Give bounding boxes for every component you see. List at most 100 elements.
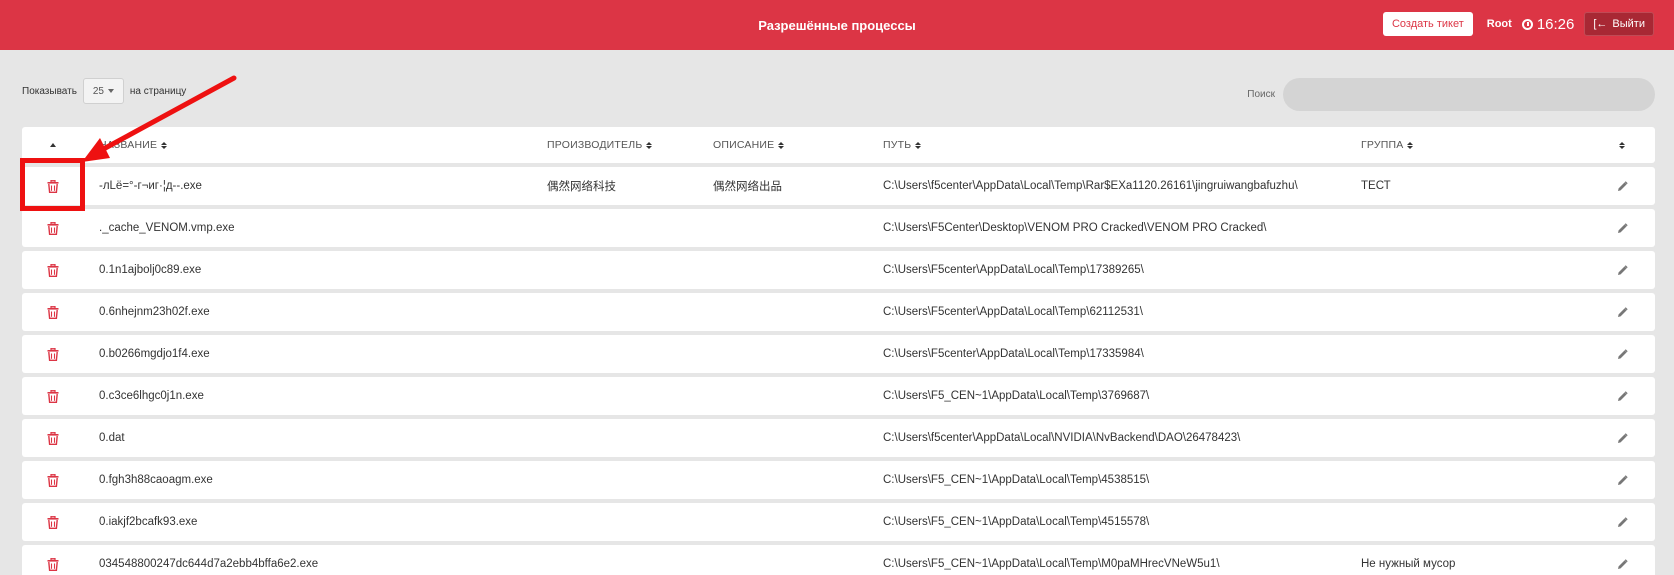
sort-asc-icon — [50, 143, 56, 147]
trash-icon — [47, 305, 59, 319]
table-row: 0.1n1ajbolj0c89.exe C:\Users\F5center\Ap… — [22, 251, 1655, 289]
clock-icon — [1521, 18, 1533, 30]
sort-action-column[interactable] — [22, 143, 84, 147]
delete-button[interactable] — [22, 557, 84, 571]
table-row: ._cache_VENOM.vmp.exe C:\Users\F5Center\… — [22, 209, 1655, 247]
process-name: 0.b0266mgdjo1f4.exe — [99, 348, 210, 360]
trash-icon — [47, 263, 59, 277]
page-size-control: Показывать 25 на страницу — [22, 78, 186, 104]
process-path: C:\Users\f5center\AppData\Local\NVIDIA\N… — [883, 432, 1241, 444]
process-group: ТЕСТ — [1361, 180, 1391, 192]
chevron-down-icon — [107, 89, 114, 93]
process-name: ._cache_VENOM.vmp.exe — [99, 222, 235, 234]
table-row: 0.6nhejnm23h02f.exe C:\Users\F5center\Ap… — [22, 293, 1655, 331]
column-header-vendor[interactable]: ПРОИЗВОДИТЕЛЬ — [547, 139, 653, 151]
process-path: C:\Users\f5center\AppData\Local\Temp\Rar… — [883, 180, 1298, 192]
column-header-description[interactable]: ОПИСАНИЕ — [713, 139, 785, 151]
process-name: 0.fgh3h88caoagm.exe — [99, 474, 213, 486]
user-name[interactable]: Root — [1487, 18, 1512, 30]
process-name: 0.dat — [99, 432, 125, 444]
process-path: C:\Users\F5_CEN~1\AppData\Local\Temp\376… — [883, 390, 1150, 402]
edit-button[interactable] — [1612, 390, 1632, 402]
trash-icon — [47, 515, 59, 529]
delete-button[interactable] — [22, 347, 84, 361]
table-row: 0.c3ce6lhgc0j1n.exe C:\Users\F5_CEN~1\Ap… — [22, 377, 1655, 415]
sort-icon — [161, 141, 168, 149]
search-area: Поиск — [1247, 78, 1655, 111]
show-label: Показывать — [22, 85, 77, 97]
sort-icon — [1619, 141, 1625, 149]
trash-icon — [47, 473, 59, 487]
process-name: 0.6nhejnm23h02f.exe — [99, 306, 210, 318]
process-name: 0.1n1ajbolj0c89.exe — [99, 264, 202, 276]
trash-icon — [47, 431, 59, 445]
table-row: 0.dat C:\Users\f5center\AppData\Local\NV… — [22, 419, 1655, 457]
highlight-box — [20, 158, 85, 211]
delete-button[interactable] — [22, 389, 84, 403]
pencil-icon — [1617, 348, 1628, 359]
process-path: C:\Users\F5center\AppData\Local\Temp\173… — [883, 264, 1144, 276]
delete-button[interactable] — [22, 263, 84, 277]
process-description: 偶然网络出品 — [713, 181, 782, 193]
process-path: C:\Users\F5_CEN~1\AppData\Local\Temp\M0p… — [883, 558, 1220, 570]
sort-icon — [646, 141, 653, 149]
search-input[interactable] — [1283, 78, 1655, 111]
clock: 16:26 — [1521, 15, 1575, 33]
create-ticket-button[interactable]: Создать тикет — [1382, 12, 1473, 36]
process-name: 0.c3ce6lhgc0j1n.exe — [99, 390, 204, 402]
clock-time: 16:26 — [1536, 15, 1575, 33]
delete-button[interactable] — [22, 305, 84, 319]
process-path: C:\Users\F5Center\Desktop\VENOM PRO Crac… — [883, 222, 1267, 234]
table-row: -лLё=°-г¬иг·¦д-‐.exe 偶然网络科技 偶然网络出品 C:\Us… — [22, 167, 1655, 205]
page-title: Разрешённые процессы — [758, 17, 916, 33]
edit-button[interactable] — [1612, 474, 1632, 486]
edit-button[interactable] — [1612, 432, 1632, 444]
delete-button[interactable] — [22, 515, 84, 529]
edit-button[interactable] — [1612, 558, 1632, 570]
trash-icon — [47, 221, 59, 235]
process-path: C:\Users\F5_CEN~1\AppData\Local\Temp\453… — [883, 474, 1150, 486]
top-bar: Разрешённые процессы Создать тикет Root … — [0, 0, 1674, 50]
logout-label: Выйти — [1612, 18, 1645, 30]
delete-button[interactable] — [22, 473, 84, 487]
sort-icon — [915, 141, 922, 149]
column-header-path[interactable]: ПУТЬ — [883, 139, 922, 151]
logout-button[interactable]: [← Выйти — [1584, 12, 1654, 36]
process-vendor: 偶然网络科技 — [547, 181, 616, 193]
edit-button[interactable] — [1612, 306, 1632, 318]
table-header: НАЗВАНИЕ ПРОИЗВОДИТЕЛЬ ОПИСАНИЕ ПУТЬ ГРУ… — [22, 127, 1655, 163]
pencil-icon — [1617, 516, 1628, 527]
table-row: 0.b0266mgdjo1f4.exe C:\Users\F5center\Ap… — [22, 335, 1655, 373]
page-size-select[interactable]: 25 — [82, 78, 124, 104]
topbar-actions: Создать тикет Root 16:26 [← Выйти — [1382, 12, 1654, 36]
page-size-value: 25 — [92, 85, 104, 97]
edit-button[interactable] — [1612, 516, 1632, 528]
pencil-icon — [1617, 558, 1628, 569]
table-row: 034548800247dc644d7a2ebb4bffa6e2.exe C:\… — [22, 545, 1655, 575]
delete-button[interactable] — [22, 221, 84, 235]
sort-icon — [778, 141, 785, 149]
process-name: 034548800247dc644d7a2ebb4bffa6e2.exe — [99, 558, 319, 570]
pencil-icon — [1617, 432, 1628, 443]
pencil-icon — [1617, 474, 1628, 485]
column-header-edit[interactable] — [1612, 141, 1632, 149]
trash-icon — [47, 347, 59, 361]
edit-button[interactable] — [1612, 348, 1632, 360]
per-page-label: на страницу — [129, 85, 187, 97]
process-path: C:\Users\F5center\AppData\Local\Temp\173… — [883, 348, 1144, 360]
column-header-name[interactable]: НАЗВАНИЕ — [99, 139, 168, 151]
delete-button[interactable] — [22, 431, 84, 445]
trash-icon — [47, 389, 59, 403]
pencil-icon — [1617, 222, 1628, 233]
pencil-icon — [1617, 264, 1628, 275]
process-name: 0.iakjf2bcafk93.exe — [99, 516, 198, 528]
column-header-group[interactable]: ГРУППА — [1361, 139, 1414, 151]
processes-table: НАЗВАНИЕ ПРОИЗВОДИТЕЛЬ ОПИСАНИЕ ПУТЬ ГРУ… — [22, 127, 1655, 575]
edit-button[interactable] — [1612, 180, 1632, 192]
edit-button[interactable] — [1612, 264, 1632, 276]
edit-button[interactable] — [1612, 222, 1632, 234]
process-group: Не нужный мусор — [1361, 558, 1456, 570]
pencil-icon — [1617, 390, 1628, 401]
process-name: -лLё=°-г¬иг·¦д-‐.exe — [99, 180, 202, 192]
pencil-icon — [1617, 180, 1628, 191]
